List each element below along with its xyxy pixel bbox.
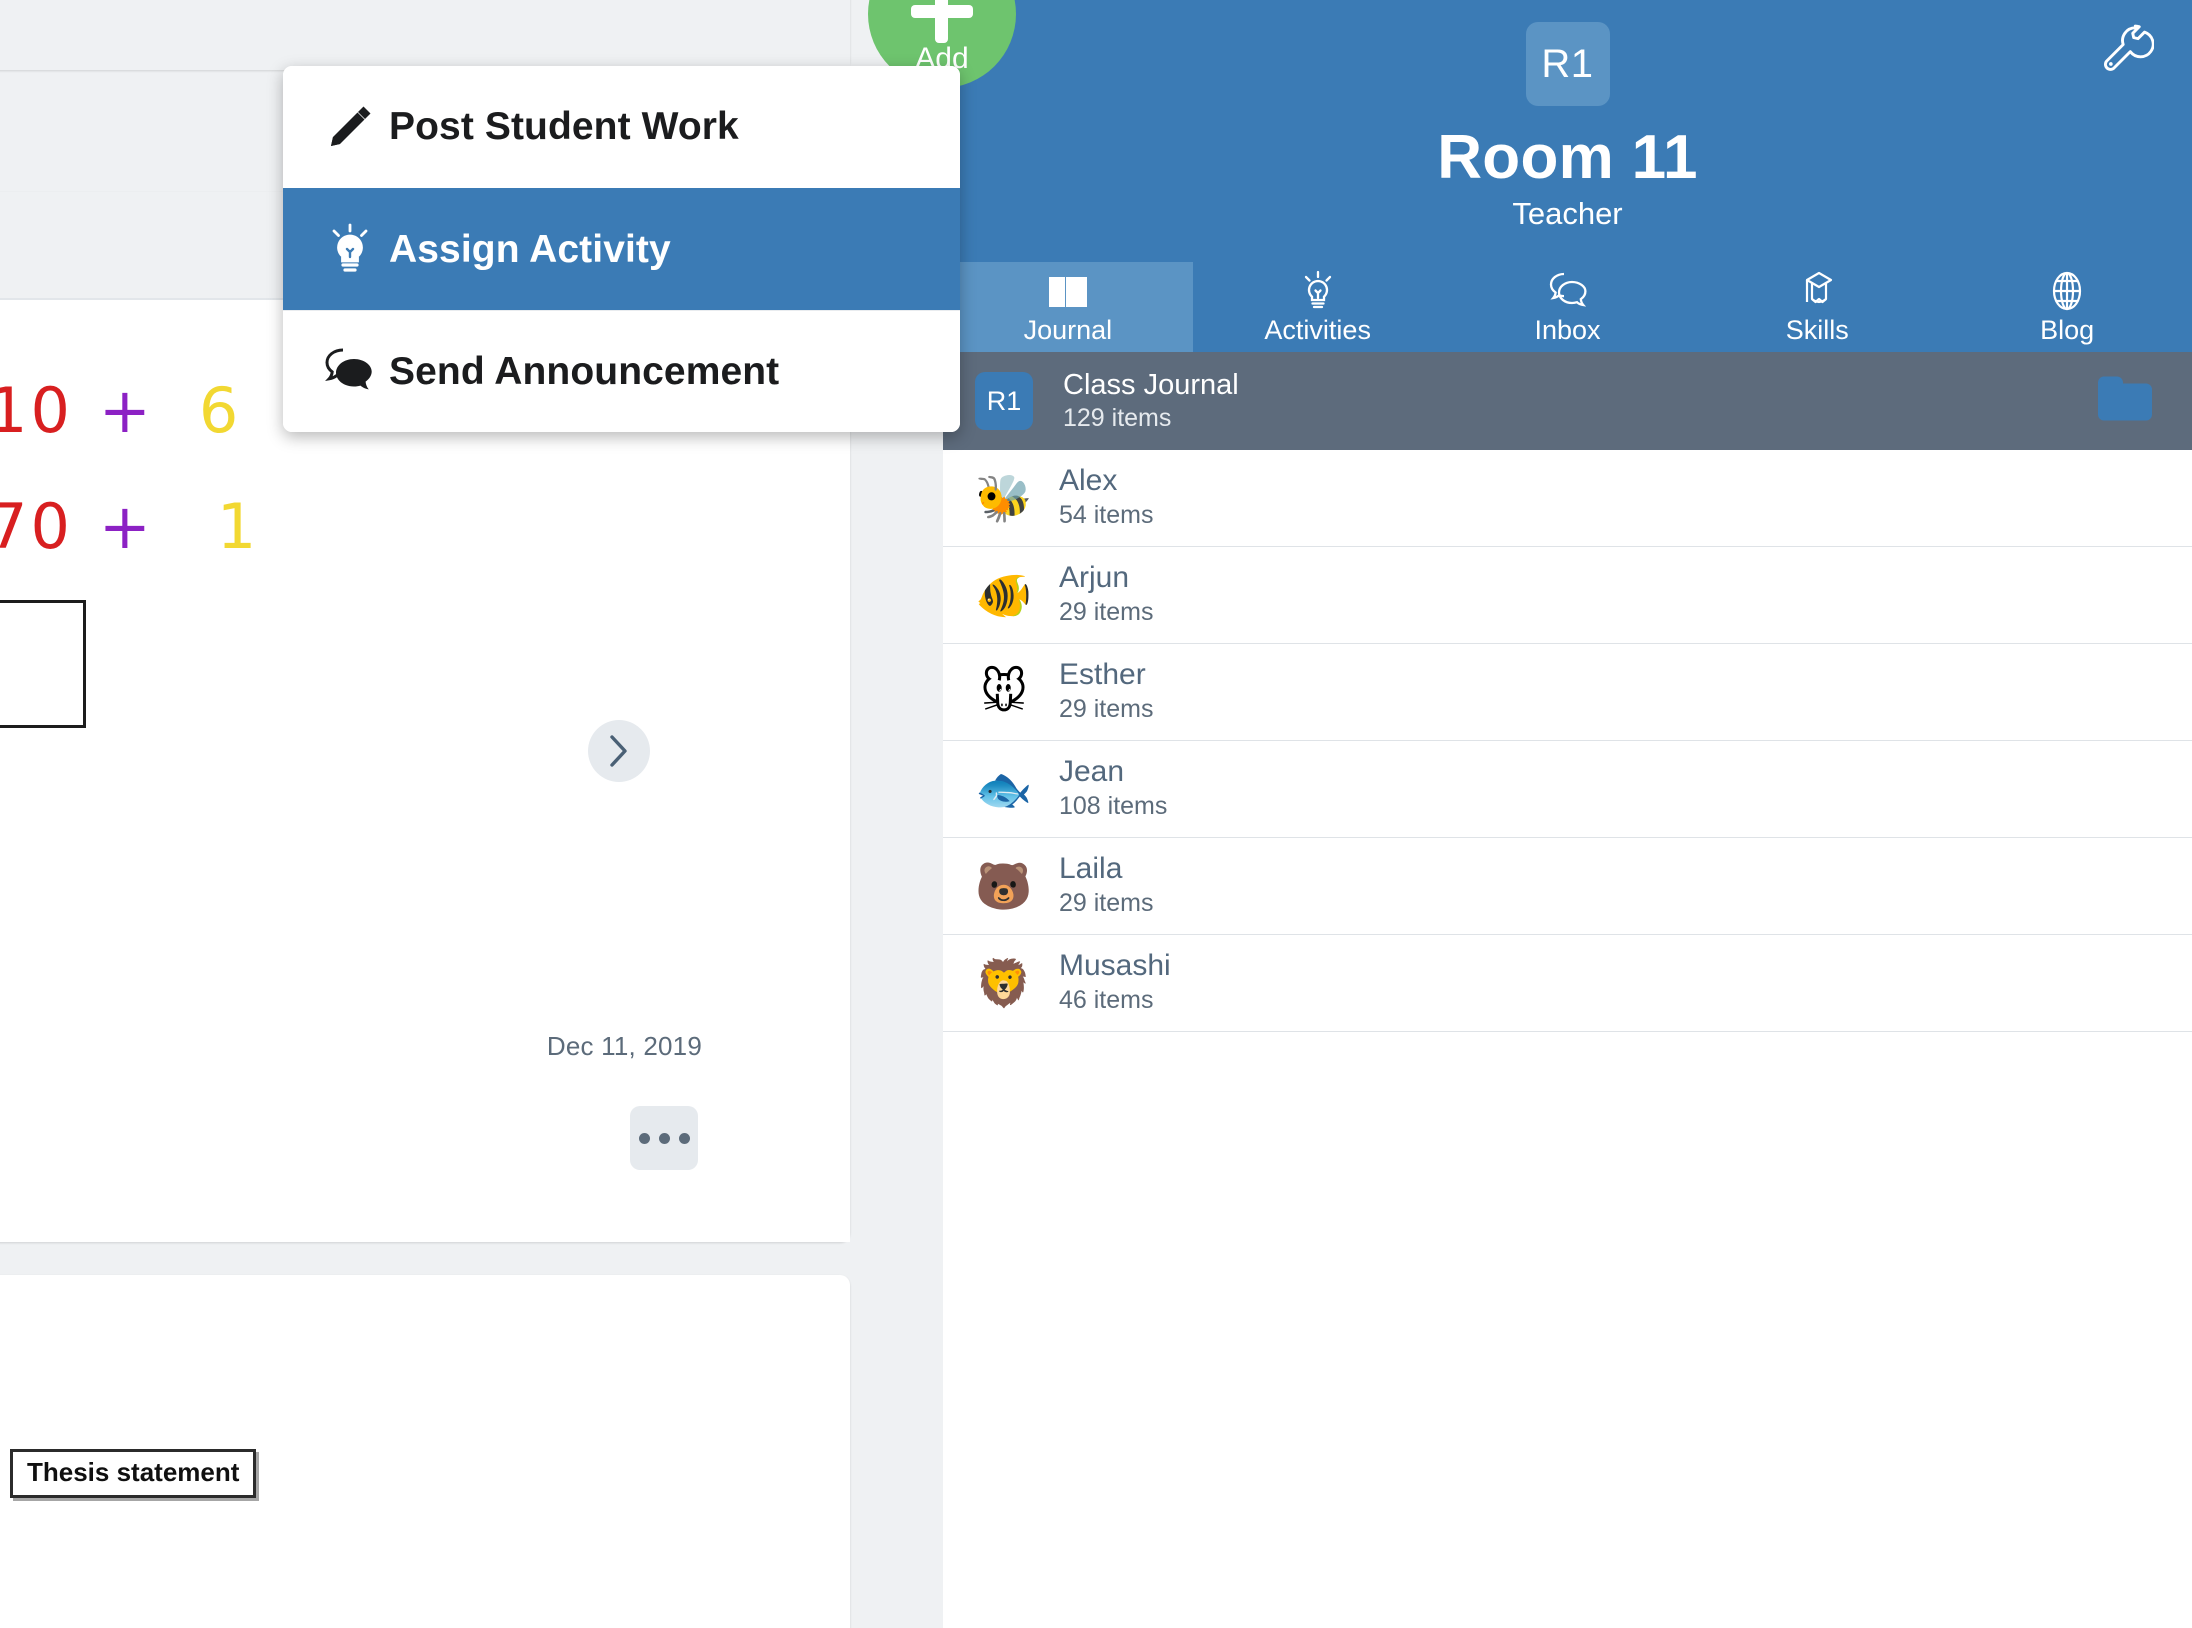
table-row[interactable]: 🐭 Esther 29 items bbox=[943, 644, 2192, 741]
tab-skills-label: Skills bbox=[1785, 314, 1849, 345]
lion-avatar: 🦁 bbox=[975, 956, 1033, 1010]
equation-2-answer: 1 bbox=[216, 490, 257, 563]
plus-icon bbox=[911, 0, 973, 43]
class-sidebar: R1 Room 11 Teacher Journal Activities In… bbox=[943, 0, 2192, 1628]
student-item-count: 29 items bbox=[1059, 598, 1154, 627]
class-journal-badge: R1 bbox=[975, 372, 1033, 430]
room-role-subtitle: Teacher bbox=[1512, 196, 1623, 231]
student-meta: Musashi 46 items bbox=[1059, 948, 1171, 1018]
add-actions-menu: Post Student Work Assign Activity Send A… bbox=[283, 66, 960, 432]
student-meta: Esther 29 items bbox=[1059, 657, 1153, 727]
equation-1-number: 10 bbox=[0, 374, 73, 447]
document-post-card[interactable]: lyzed? Well that is is story, the girl, … bbox=[0, 1275, 850, 1628]
mouse-avatar: 🐭 bbox=[980, 665, 1028, 719]
app-root: 10 +6 70 +1 e m Dec 11, 2019 bbox=[0, 0, 2192, 1628]
tab-blog[interactable]: Blog bbox=[1942, 262, 2192, 352]
journal-class-row[interactable]: R1 Class Journal 129 items bbox=[943, 352, 2192, 450]
tab-journal-label: Journal bbox=[1023, 314, 1113, 345]
student-name: Musashi bbox=[1059, 949, 1171, 983]
student-meta: Alex 54 items bbox=[1059, 463, 1153, 533]
equation-2-operator: + bbox=[98, 490, 151, 563]
tab-inbox[interactable]: Inbox bbox=[1442, 262, 1693, 352]
handwriting-equation-row-1: 10 +6 bbox=[0, 374, 238, 447]
document-line: f thunder. The bbox=[0, 1405, 100, 1426]
class-journal-name: Class Journal bbox=[1063, 368, 1239, 401]
equation-1-operator: + bbox=[98, 374, 151, 447]
book-icon bbox=[1046, 271, 1090, 313]
student-meta: Arjun 29 items bbox=[1059, 560, 1153, 630]
student-work-canvas: 10 +6 70 +1 e m Dec 11, 2019 bbox=[0, 300, 850, 1242]
student-item-count: 29 items bbox=[1059, 695, 1154, 724]
post-more-options-button[interactable] bbox=[630, 1106, 698, 1170]
tab-journal[interactable]: Journal bbox=[943, 262, 1193, 352]
student-name: Laila bbox=[1059, 852, 1123, 886]
boxed-annotation: e m bbox=[0, 600, 86, 728]
tropical-fish-avatar: 🐠 bbox=[975, 568, 1033, 622]
tab-inbox-label: Inbox bbox=[1534, 314, 1601, 345]
chevron-right-icon bbox=[607, 734, 631, 768]
wrench-icon bbox=[2096, 20, 2155, 83]
pencil-icon bbox=[311, 99, 389, 155]
post-date: Dec 11, 2019 bbox=[546, 1031, 702, 1061]
graduation-cap-icon bbox=[1796, 271, 1838, 313]
tab-skills[interactable]: Skills bbox=[1692, 262, 1943, 352]
student-item-count: 108 items bbox=[1059, 792, 1168, 821]
equation-2-number: 70 bbox=[0, 490, 73, 563]
document-preview: lyzed? Well that is is story, the girl, … bbox=[0, 1275, 850, 1628]
fish-avatar: 🐟 bbox=[975, 762, 1033, 816]
menu-item-send-announcement[interactable]: Send Announcement bbox=[283, 310, 960, 432]
bee-avatar: 🐝 bbox=[975, 471, 1033, 525]
room-badge: R1 bbox=[1525, 22, 1610, 106]
lightbulb-icon bbox=[311, 221, 389, 279]
sidebar-tabbar: Journal Activities Inbox Skills Blog bbox=[943, 262, 2192, 352]
menu-item-label: Assign Activity bbox=[389, 227, 671, 271]
journal-list: R1 Class Journal 129 items 🐝 Alex 54 ite… bbox=[943, 352, 2192, 1628]
next-page-button[interactable] bbox=[588, 720, 650, 782]
student-name: Esther bbox=[1059, 658, 1146, 692]
bear-avatar: 🐻 bbox=[975, 859, 1033, 913]
room-header: R1 Room 11 Teacher Journal Activities In… bbox=[943, 0, 2192, 352]
class-journal-meta: Class Journal 129 items bbox=[1063, 368, 1239, 435]
room-settings-button[interactable] bbox=[2082, 8, 2168, 94]
menu-item-label: Post Student Work bbox=[389, 105, 739, 148]
student-item-count: 46 items bbox=[1059, 986, 1154, 1015]
class-journal-count: 129 items bbox=[1063, 403, 1172, 432]
lightbulb-icon bbox=[1298, 270, 1338, 313]
tab-blog-label: Blog bbox=[2040, 314, 2095, 345]
thesis-statement-label: Thesis statement bbox=[10, 1449, 257, 1498]
menu-item-label: Send Announcement bbox=[389, 349, 780, 393]
student-item-count: 54 items bbox=[1059, 501, 1154, 530]
student-name: Arjun bbox=[1059, 561, 1130, 595]
student-name: Alex bbox=[1059, 464, 1118, 498]
student-meta: Jean 108 items bbox=[1059, 754, 1167, 824]
table-row[interactable]: 🐠 Arjun 29 items bbox=[943, 547, 2192, 644]
handwriting-equation-row-2: 70 +1 bbox=[0, 490, 256, 563]
equation-1-answer: 6 bbox=[198, 374, 239, 447]
table-row[interactable]: 🐻 Laila 29 items bbox=[943, 838, 2192, 935]
speech-bubbles-icon bbox=[311, 345, 389, 399]
globe-icon bbox=[2047, 271, 2087, 313]
room-title: Room 11 bbox=[1437, 123, 1698, 192]
folder-icon[interactable] bbox=[2094, 373, 2156, 430]
tab-activities[interactable]: Activities bbox=[1192, 262, 1443, 352]
speech-bubbles-icon bbox=[1545, 271, 1589, 313]
student-item-count: 29 items bbox=[1059, 889, 1154, 918]
document-line: small things she is bbox=[0, 1426, 100, 1447]
student-name: Jean bbox=[1059, 755, 1125, 789]
table-row[interactable]: 🦁 Musashi 46 items bbox=[943, 935, 2192, 1032]
menu-item-post-student-work[interactable]: Post Student Work bbox=[283, 66, 960, 188]
post-card-footer-strip bbox=[0, 0, 850, 70]
student-meta: Laila 29 items bbox=[1059, 851, 1153, 921]
table-row[interactable]: 🐟 Jean 108 items bbox=[943, 741, 2192, 838]
table-row[interactable]: 🐝 Alex 54 items bbox=[943, 450, 2192, 547]
tab-activities-label: Activities bbox=[1264, 314, 1371, 345]
previous-post-card[interactable] bbox=[0, 0, 850, 70]
document-line: is story, the girl, bbox=[0, 1384, 100, 1405]
ellipsis-icon bbox=[638, 1132, 690, 1144]
menu-item-assign-activity[interactable]: Assign Activity bbox=[283, 188, 960, 310]
